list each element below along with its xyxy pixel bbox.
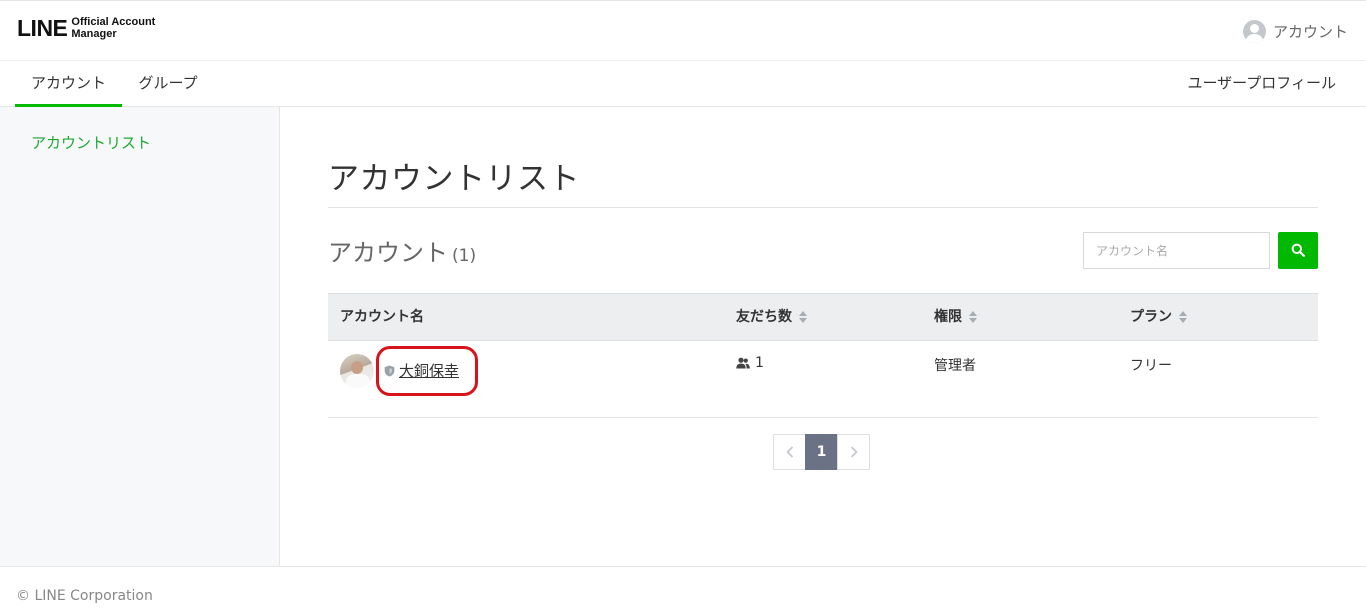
column-header-plan-label: プラン (1130, 309, 1172, 325)
page-title: アカウントリスト (328, 161, 580, 197)
page-number-button[interactable]: 1 (805, 434, 838, 470)
column-header-friends-label: 友だち数 (736, 309, 792, 325)
column-header-plan[interactable]: プラン (1130, 294, 1188, 340)
account-menu[interactable]: アカウント (1242, 20, 1348, 43)
sort-icon[interactable] (799, 311, 808, 323)
column-header-account-name-label: アカウント名 (340, 309, 424, 325)
table-row: 大銅保幸 1 管理者 フリー (328, 341, 1318, 418)
main-content: アカウントリスト アカウント(1) アカウント名 友だち数 権限 プラン (280, 107, 1366, 566)
tab-group[interactable]: グループ (132, 61, 204, 107)
logo-subtitle: Official Account Manager (71, 16, 155, 40)
column-header-role[interactable]: 権限 (934, 294, 978, 340)
user-profile-link[interactable]: ユーザープロフィール (1187, 61, 1336, 105)
copyright-text: © LINE Corporation (16, 588, 153, 604)
chevron-right-icon (850, 446, 858, 458)
search-icon (1291, 243, 1305, 257)
logo-subtitle-line-1: Official Account (71, 16, 156, 28)
chevron-left-icon (785, 446, 793, 458)
column-header-friends[interactable]: 友だち数 (736, 294, 808, 340)
sort-icon[interactable] (969, 311, 978, 323)
friends-count: 1 (755, 355, 764, 371)
sort-icon[interactable] (1179, 311, 1188, 323)
next-page-button[interactable] (837, 434, 870, 470)
main-nav: アカウント グループ ユーザープロフィール (0, 61, 1366, 107)
account-menu-label: アカウント (1272, 23, 1348, 41)
line-oa-manager-logo[interactable]: LINE Official Account Manager (17, 16, 155, 40)
account-count: (1) (452, 246, 477, 266)
user-avatar-icon (1242, 20, 1266, 43)
logo-subtitle-line-2: Manager (71, 28, 117, 40)
footer: © LINE Corporation (0, 566, 1366, 614)
friends-icon (736, 357, 750, 369)
section-title-label: アカウント (328, 239, 448, 267)
pagination: 1 (773, 434, 870, 470)
plan-cell: フリー (1130, 358, 1172, 374)
role-cell: 管理者 (934, 358, 976, 374)
title-divider (328, 207, 1318, 208)
logo-line-text: LINE (17, 15, 68, 41)
search-button[interactable] (1278, 232, 1318, 269)
account-profile-avatar (340, 354, 374, 388)
table-header: アカウント名 友だち数 権限 プラン (328, 293, 1318, 341)
friends-count-cell: 1 (736, 355, 764, 371)
column-header-account-name: アカウント名 (340, 294, 424, 340)
column-header-role-label: 権限 (934, 309, 962, 325)
previous-page-button[interactable] (773, 434, 806, 470)
section-title: アカウント (1) (328, 233, 476, 268)
sidebar: アカウントリスト (0, 107, 280, 566)
account-name-search-input[interactable] (1083, 232, 1270, 269)
top-header: LINE Official Account Manager アカウント (0, 0, 1366, 61)
sidebar-item-account-list[interactable]: アカウントリスト (31, 132, 151, 153)
highlight-annotation (376, 346, 478, 396)
tab-account[interactable]: アカウント (15, 61, 122, 107)
